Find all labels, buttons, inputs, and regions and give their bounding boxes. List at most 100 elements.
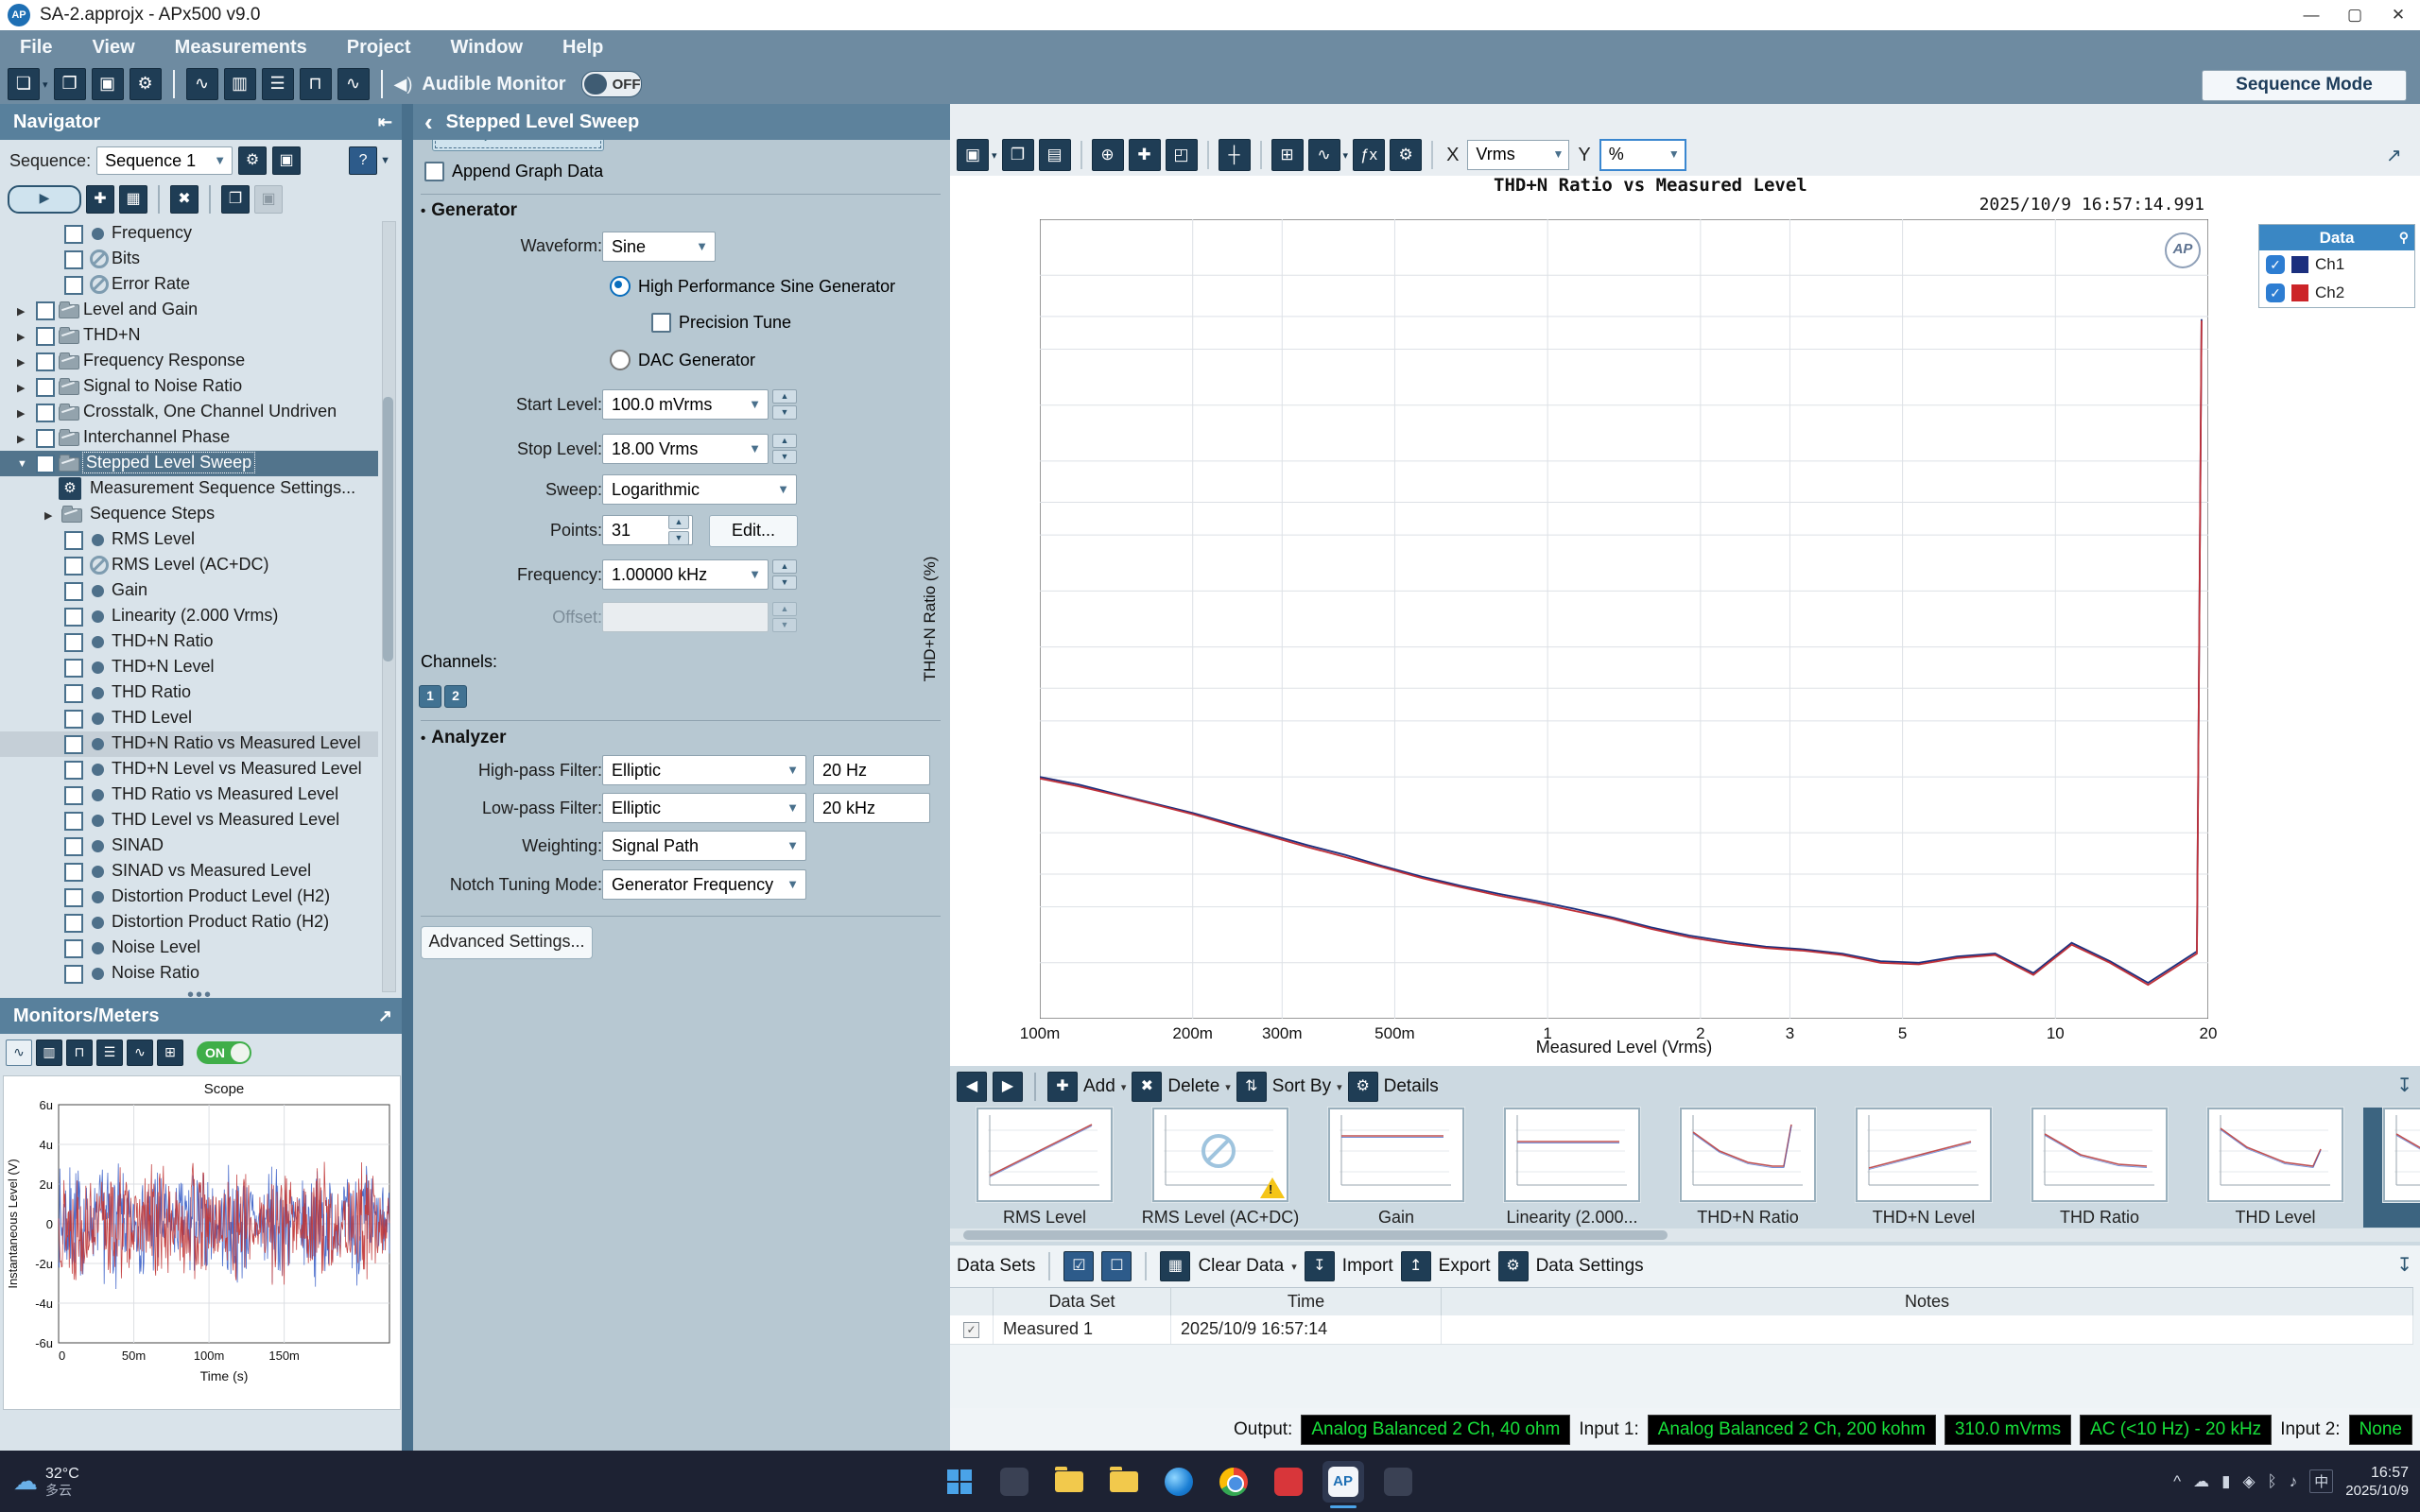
tree-checkbox[interactable] bbox=[64, 786, 83, 805]
import-icon[interactable]: ↧ bbox=[1305, 1251, 1335, 1281]
sort-icon[interactable]: ⇅ bbox=[1236, 1072, 1267, 1102]
menu-project[interactable]: Project bbox=[327, 37, 431, 59]
input-language-indicator[interactable]: 中 bbox=[2309, 1469, 2333, 1493]
wave-icon[interactable]: ∿ bbox=[127, 1040, 153, 1066]
copy-icon[interactable]: ❐ bbox=[221, 185, 250, 214]
back-icon[interactable]: ‹ bbox=[424, 108, 433, 137]
tray-expand-icon[interactable]: ^ bbox=[2173, 1472, 2181, 1491]
sweep-select[interactable]: Logarithmic▼ bbox=[602, 474, 797, 505]
fx-icon[interactable]: ƒx bbox=[1353, 139, 1385, 171]
legend-header[interactable]: Data⚲ bbox=[2259, 225, 2414, 250]
menu-help[interactable]: Help bbox=[543, 37, 623, 59]
result-thumbnail[interactable]: THD+N Ratio bbox=[1660, 1108, 1836, 1228]
meter-bars-icon[interactable]: ▥ bbox=[36, 1040, 62, 1066]
result-thumbnail[interactable]: Gain bbox=[1308, 1108, 1484, 1228]
tree-item[interactable]: ▶THD+N bbox=[0, 323, 378, 349]
sequence-settings-button[interactable]: ⚙ bbox=[238, 146, 267, 175]
add-step-icon[interactable]: ▦ bbox=[119, 185, 147, 214]
edit-points-button[interactable]: Edit... bbox=[709, 515, 798, 547]
x-unit-select[interactable]: Vrms▼ bbox=[1467, 140, 1569, 170]
list-icon[interactable]: ☰ bbox=[96, 1040, 123, 1066]
graph-popout-icon[interactable]: ↗ bbox=[2386, 144, 2411, 168]
result-thumbnail[interactable]: Linearity (2.000... bbox=[1484, 1108, 1660, 1228]
add-icon[interactable]: ✚ bbox=[1047, 1072, 1078, 1102]
tree-item[interactable]: ▶Sequence Steps bbox=[0, 502, 378, 527]
tree-item[interactable]: Distortion Product Level (H2) bbox=[0, 885, 378, 910]
tree-checkbox[interactable] bbox=[36, 378, 55, 397]
tree-checkbox[interactable] bbox=[64, 276, 83, 295]
shield-icon[interactable]: ◈ bbox=[2242, 1472, 2255, 1491]
tree-checkbox[interactable] bbox=[64, 225, 83, 244]
tree-checkbox[interactable] bbox=[64, 965, 83, 984]
square-icon[interactable]: ⊓ bbox=[66, 1040, 93, 1066]
new-project-icon[interactable]: ❏ bbox=[8, 68, 40, 100]
wave-add-icon[interactable]: ∿ bbox=[337, 68, 370, 100]
tree-item[interactable]: THD Ratio bbox=[0, 680, 378, 706]
append-graph-checkbox[interactable] bbox=[424, 162, 444, 181]
sequence-lock-button[interactable]: ▣ bbox=[272, 146, 301, 175]
lp-filter-freq-input[interactable]: 20 kHz bbox=[813, 793, 930, 823]
tree-checkbox[interactable] bbox=[36, 429, 55, 448]
tree-item[interactable]: THD Ratio vs Measured Level bbox=[0, 782, 378, 808]
legend-checkbox[interactable]: ✓ bbox=[2266, 255, 2285, 274]
tree-checkbox[interactable] bbox=[64, 608, 83, 627]
start-level-stepper[interactable]: ▲▼ bbox=[772, 389, 797, 420]
save-icon[interactable]: ▣ bbox=[957, 139, 989, 171]
tree-item[interactable]: ▶Interchannel Phase bbox=[0, 425, 378, 451]
zoom-icon[interactable]: ⊕ bbox=[1092, 139, 1124, 171]
column-header[interactable]: Time bbox=[1171, 1288, 1442, 1316]
data-settings-icon[interactable]: ⚙ bbox=[1498, 1251, 1529, 1281]
generator-icon[interactable]: ∿ bbox=[186, 68, 218, 100]
tree-item[interactable]: THD Level bbox=[0, 706, 378, 731]
dock-pin-icon[interactable]: ⇤ bbox=[378, 104, 392, 140]
tree-checkbox[interactable] bbox=[36, 404, 55, 422]
grid-icon[interactable]: ⊞ bbox=[157, 1040, 183, 1066]
graph-settings-icon[interactable]: ∿ bbox=[1308, 139, 1340, 171]
hp-sine-radio[interactable] bbox=[610, 276, 631, 297]
frequency-stepper[interactable]: ▲▼ bbox=[772, 559, 797, 590]
channel-1-button[interactable]: 1 bbox=[419, 685, 441, 708]
tree-checkbox[interactable] bbox=[64, 888, 83, 907]
frequency-input[interactable]: 1.00000 kHz▼ bbox=[602, 559, 769, 590]
download-icon[interactable]: ↧ bbox=[2396, 1253, 2412, 1277]
battery-icon[interactable]: ▮ bbox=[2221, 1472, 2230, 1491]
gear-icon[interactable]: ⚙ bbox=[1390, 139, 1422, 171]
scope-icon[interactable]: ∿ bbox=[6, 1040, 32, 1066]
tree-checkbox[interactable] bbox=[64, 761, 83, 780]
main-chart[interactable] bbox=[1040, 219, 2208, 1019]
points-stepper[interactable]: ▲▼ bbox=[668, 515, 689, 545]
row-checkbox[interactable]: ✓ bbox=[963, 1322, 979, 1338]
minimize-button[interactable]: — bbox=[2290, 0, 2333, 29]
tree-checkbox[interactable] bbox=[36, 455, 55, 473]
menu-file[interactable]: File bbox=[0, 37, 72, 59]
export-icon[interactable]: ↥ bbox=[1401, 1251, 1431, 1281]
clear-data-icon[interactable]: ▦ bbox=[1160, 1251, 1190, 1281]
tree-item[interactable]: THD Level vs Measured Level bbox=[0, 808, 378, 833]
maximize-button[interactable]: ▢ bbox=[2333, 0, 2377, 29]
tree-checkbox[interactable] bbox=[64, 582, 83, 601]
tree-checkbox[interactable] bbox=[64, 250, 83, 269]
tree-checkbox[interactable] bbox=[64, 684, 83, 703]
tree-item[interactable]: ▶Frequency Response bbox=[0, 349, 378, 374]
notch-select[interactable]: Generator Frequency▼ bbox=[602, 869, 806, 900]
data-sets-row[interactable]: ✓Measured 12025/10/9 16:57:14 bbox=[950, 1315, 2413, 1345]
download-icon[interactable]: ↧ bbox=[2396, 1074, 2412, 1097]
cursor-icon[interactable]: ┼ bbox=[1219, 139, 1251, 171]
waveform-select[interactable]: Sine▼ bbox=[602, 232, 716, 262]
tree-item[interactable]: RMS Level bbox=[0, 527, 378, 553]
chrome-browser[interactable] bbox=[1213, 1461, 1254, 1503]
start-button[interactable] bbox=[939, 1461, 980, 1503]
check-all-icon[interactable]: ☑ bbox=[1063, 1251, 1094, 1281]
weather-widget[interactable]: ☁ 32°C 多云 bbox=[0, 1466, 183, 1498]
menu-measurements[interactable]: Measurements bbox=[155, 37, 327, 59]
skip-last-icon[interactable]: ▶ bbox=[993, 1072, 1023, 1102]
delete-icon[interactable]: ✖ bbox=[1132, 1072, 1162, 1102]
pin-icon[interactable]: ⚲ bbox=[2399, 225, 2409, 250]
edge-browser[interactable] bbox=[1158, 1461, 1200, 1503]
tree-item[interactable]: Noise Level bbox=[0, 936, 378, 961]
column-header[interactable]: Data Set bbox=[994, 1288, 1171, 1316]
spectrum-icon[interactable]: ▥ bbox=[224, 68, 256, 100]
terminal-app[interactable] bbox=[1377, 1461, 1419, 1503]
channel-2-button[interactable]: 2 bbox=[444, 685, 467, 708]
result-thumbnail[interactable]: THD+N bbox=[2363, 1108, 2420, 1228]
